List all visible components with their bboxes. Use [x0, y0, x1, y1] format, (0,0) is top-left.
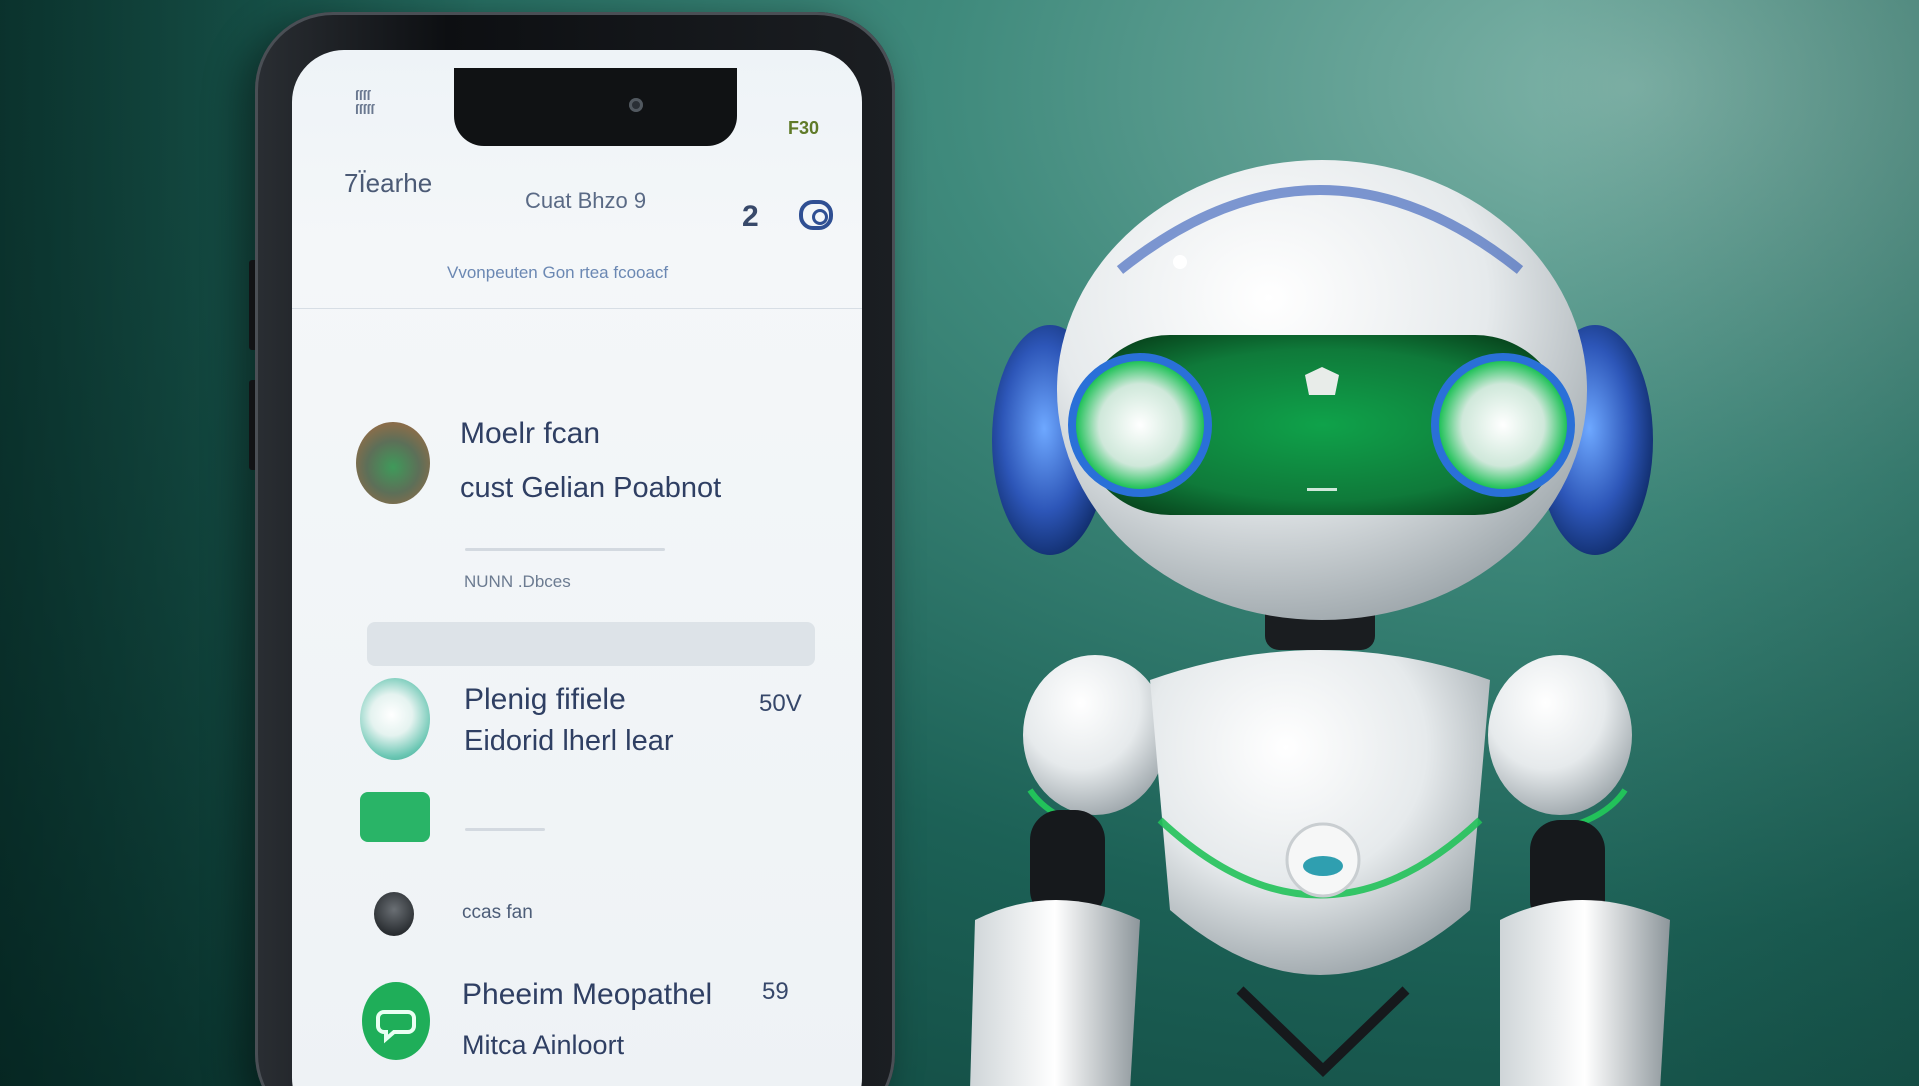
robot-illustration: [970, 160, 1670, 1086]
robot-left-shoulder: [1023, 655, 1167, 815]
robot-left-arm: [970, 900, 1140, 1086]
scene: ſſſſ ſſſſſ F30 7Ïearhe Cuat Bhzo 9 2 Vvo…: [0, 0, 1919, 1086]
robot-torso: [1150, 650, 1490, 975]
robot-right-arm: [1500, 900, 1670, 1086]
robot-right-shoulder: [1488, 655, 1632, 815]
